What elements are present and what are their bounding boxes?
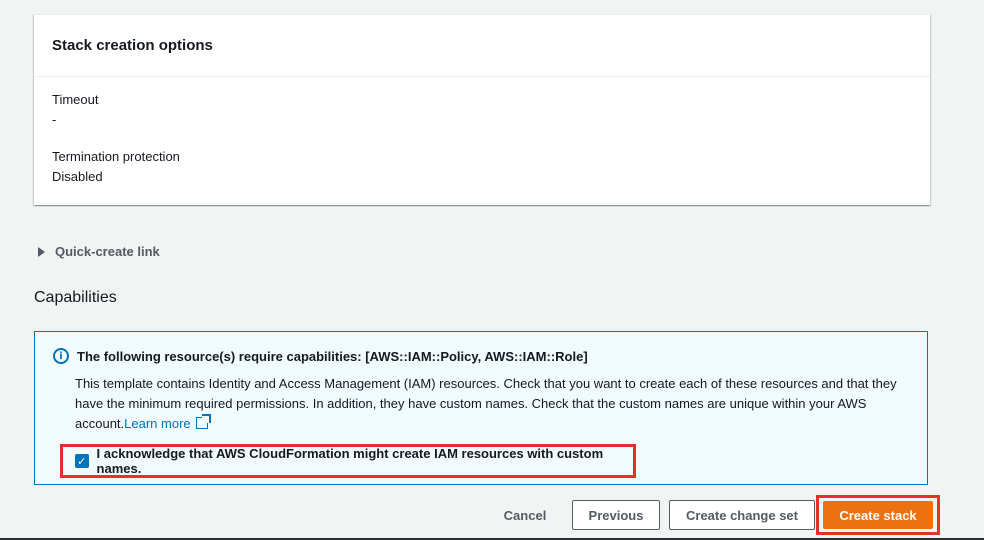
timeout-label: Timeout: [52, 92, 99, 107]
alert-header: i The following resource(s) require capa…: [53, 348, 588, 364]
acknowledge-checkbox[interactable]: ✓: [75, 454, 89, 468]
alert-title: The following resource(s) require capabi…: [77, 348, 588, 364]
acknowledge-checkbox-row[interactable]: ✓ I acknowledge that AWS CloudFormation …: [60, 444, 636, 478]
learn-more-link[interactable]: Learn more: [124, 414, 211, 431]
create-stack-highlight: Create stack: [816, 495, 940, 535]
panel-title: Stack creation options: [34, 15, 930, 77]
timeout-value: -: [52, 112, 57, 127]
caret-right-icon: [38, 246, 45, 257]
timeout-field: Timeout -: [52, 90, 98, 130]
cancel-button[interactable]: Cancel: [492, 500, 558, 530]
external-link-icon: [195, 414, 211, 429]
termination-protection-field: Termination protection Disabled: [52, 147, 180, 187]
page: Stack creation options Timeout - Termina…: [0, 0, 984, 540]
quick-create-link-label: Quick-create link: [55, 244, 160, 259]
termination-protection-value: Disabled: [52, 169, 103, 184]
stack-creation-options-panel: Stack creation options Timeout - Termina…: [34, 14, 930, 205]
learn-more-label: Learn more: [124, 416, 191, 431]
quick-create-link-expander[interactable]: Quick-create link: [38, 244, 160, 259]
create-change-set-button[interactable]: Create change set: [669, 500, 815, 530]
acknowledge-label: I acknowledge that AWS CloudFormation mi…: [96, 446, 604, 476]
termination-protection-label: Termination protection: [52, 149, 180, 164]
previous-button[interactable]: Previous: [572, 500, 660, 530]
create-stack-button[interactable]: Create stack: [823, 501, 933, 529]
alert-body: This template contains Identity and Acce…: [75, 374, 915, 434]
capabilities-heading: Capabilities: [34, 289, 117, 306]
info-icon: i: [53, 348, 69, 364]
